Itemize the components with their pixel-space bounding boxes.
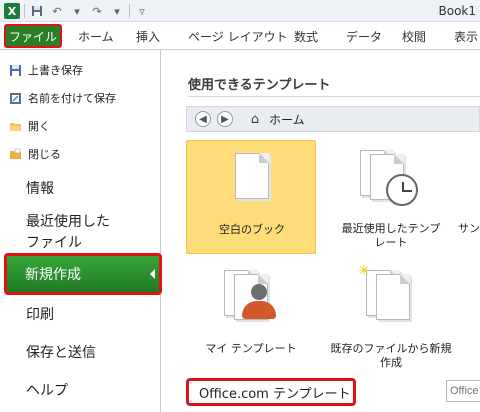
section-title: 使用できるテンプレート bbox=[188, 78, 331, 93]
tab-formulas[interactable]: 数式 bbox=[294, 28, 318, 45]
nav-help[interactable]: ヘルプ bbox=[26, 380, 68, 400]
command-save-label: 上書き保存 bbox=[28, 64, 83, 77]
nav-location[interactable]: ホーム bbox=[269, 111, 305, 128]
nav-save-send[interactable]: 保存と送信 bbox=[26, 342, 96, 362]
tab-review[interactable]: 校閲 bbox=[402, 28, 426, 45]
save-icon[interactable] bbox=[29, 3, 45, 19]
forward-icon[interactable]: ▶ bbox=[217, 111, 233, 127]
tab-insert[interactable]: 挿入 bbox=[136, 28, 160, 45]
undo-icon[interactable]: ↶ bbox=[49, 3, 65, 19]
redo-dropdown-icon[interactable]: ▾ bbox=[109, 3, 125, 19]
save-as-icon bbox=[8, 91, 22, 105]
office-search-input[interactable] bbox=[446, 380, 480, 402]
template-new-from-existing[interactable]: ✳ 既存のファイルから新規 作成 bbox=[326, 260, 456, 374]
office-templates-heading: Office.com テンプレート bbox=[186, 378, 356, 406]
excel-app-icon[interactable]: X bbox=[4, 3, 20, 19]
blank-document-icon bbox=[235, 153, 269, 199]
save-icon bbox=[8, 63, 22, 77]
command-close-label: 閉じる bbox=[28, 148, 61, 161]
template-blank-workbook[interactable]: 空白のブック bbox=[186, 140, 316, 254]
folder-open-icon bbox=[8, 119, 22, 133]
command-save-as-label: 名前を付けて保存 bbox=[28, 92, 116, 105]
back-icon[interactable]: ◀ bbox=[195, 111, 211, 127]
qat-separator bbox=[129, 4, 130, 18]
qat-separator bbox=[24, 4, 25, 18]
ribbon-tab-bar: ファイル ホーム 挿入 ページ レイアウト 数式 データ 校閲 表示 bbox=[0, 22, 480, 50]
templates-pane: 使用できるテンプレート ◀ ▶ ⌂ ホーム 空白のブック 最近使用したテンプ レ… bbox=[162, 50, 480, 412]
tab-view[interactable]: 表示 bbox=[454, 28, 478, 45]
template-recent[interactable]: 最近使用したテンプ レート bbox=[326, 140, 456, 254]
template-blank-label: 空白のブック bbox=[219, 223, 285, 236]
command-save-as[interactable]: 名前を付けて保存 bbox=[8, 90, 116, 106]
clock-icon bbox=[386, 174, 418, 206]
tab-home[interactable]: ホーム bbox=[78, 28, 114, 45]
customize-qat-icon[interactable]: ▿ bbox=[134, 3, 150, 19]
command-close[interactable]: 閉じる bbox=[8, 146, 61, 162]
tab-page-layout[interactable]: ページ レイアウト bbox=[188, 28, 288, 45]
tab-data[interactable]: データ bbox=[346, 28, 382, 45]
tab-file[interactable]: ファイル bbox=[4, 24, 62, 48]
selected-caret-icon bbox=[150, 269, 155, 279]
command-open-label: 開く bbox=[28, 120, 50, 133]
nav-print[interactable]: 印刷 bbox=[26, 304, 54, 324]
command-open[interactable]: 開く bbox=[8, 118, 50, 134]
title-bar: X ↶ ▾ ↷ ▾ ▿ Book1 bbox=[0, 0, 480, 22]
template-sample-partial[interactable]: サン bbox=[458, 220, 480, 236]
document-icon bbox=[376, 274, 410, 320]
template-recent-label: 最近使用したテンプ レート bbox=[341, 222, 441, 249]
backstage-nav: 上書き保存 名前を付けて保存 開く 閉じる 情報 最近使用した ファイル 新規作… bbox=[0, 50, 162, 412]
window-title: Book1 bbox=[438, 4, 477, 18]
template-my-label: マイ テンプレート bbox=[205, 342, 297, 355]
template-navbar: ◀ ▶ ⌂ ホーム bbox=[186, 106, 480, 132]
nav-recent[interactable]: 最近使用した ファイル bbox=[26, 212, 146, 254]
nav-new[interactable]: 新規作成 bbox=[4, 253, 162, 295]
folder-close-icon bbox=[8, 147, 22, 161]
undo-dropdown-icon[interactable]: ▾ bbox=[69, 3, 85, 19]
nav-new-label: 新規作成 bbox=[25, 267, 81, 283]
home-icon[interactable]: ⌂ bbox=[247, 111, 263, 127]
redo-icon[interactable]: ↷ bbox=[89, 3, 105, 19]
sparkle-icon: ✳ bbox=[358, 263, 370, 279]
template-existing-label: 既存のファイルから新規 作成 bbox=[330, 342, 452, 369]
template-my-templates[interactable]: マイ テンプレート bbox=[186, 260, 316, 374]
section-divider bbox=[188, 96, 480, 97]
nav-info[interactable]: 情報 bbox=[26, 178, 54, 198]
quick-access-toolbar: X ↶ ▾ ↷ ▾ ▿ bbox=[4, 3, 150, 19]
command-save[interactable]: 上書き保存 bbox=[8, 62, 83, 78]
